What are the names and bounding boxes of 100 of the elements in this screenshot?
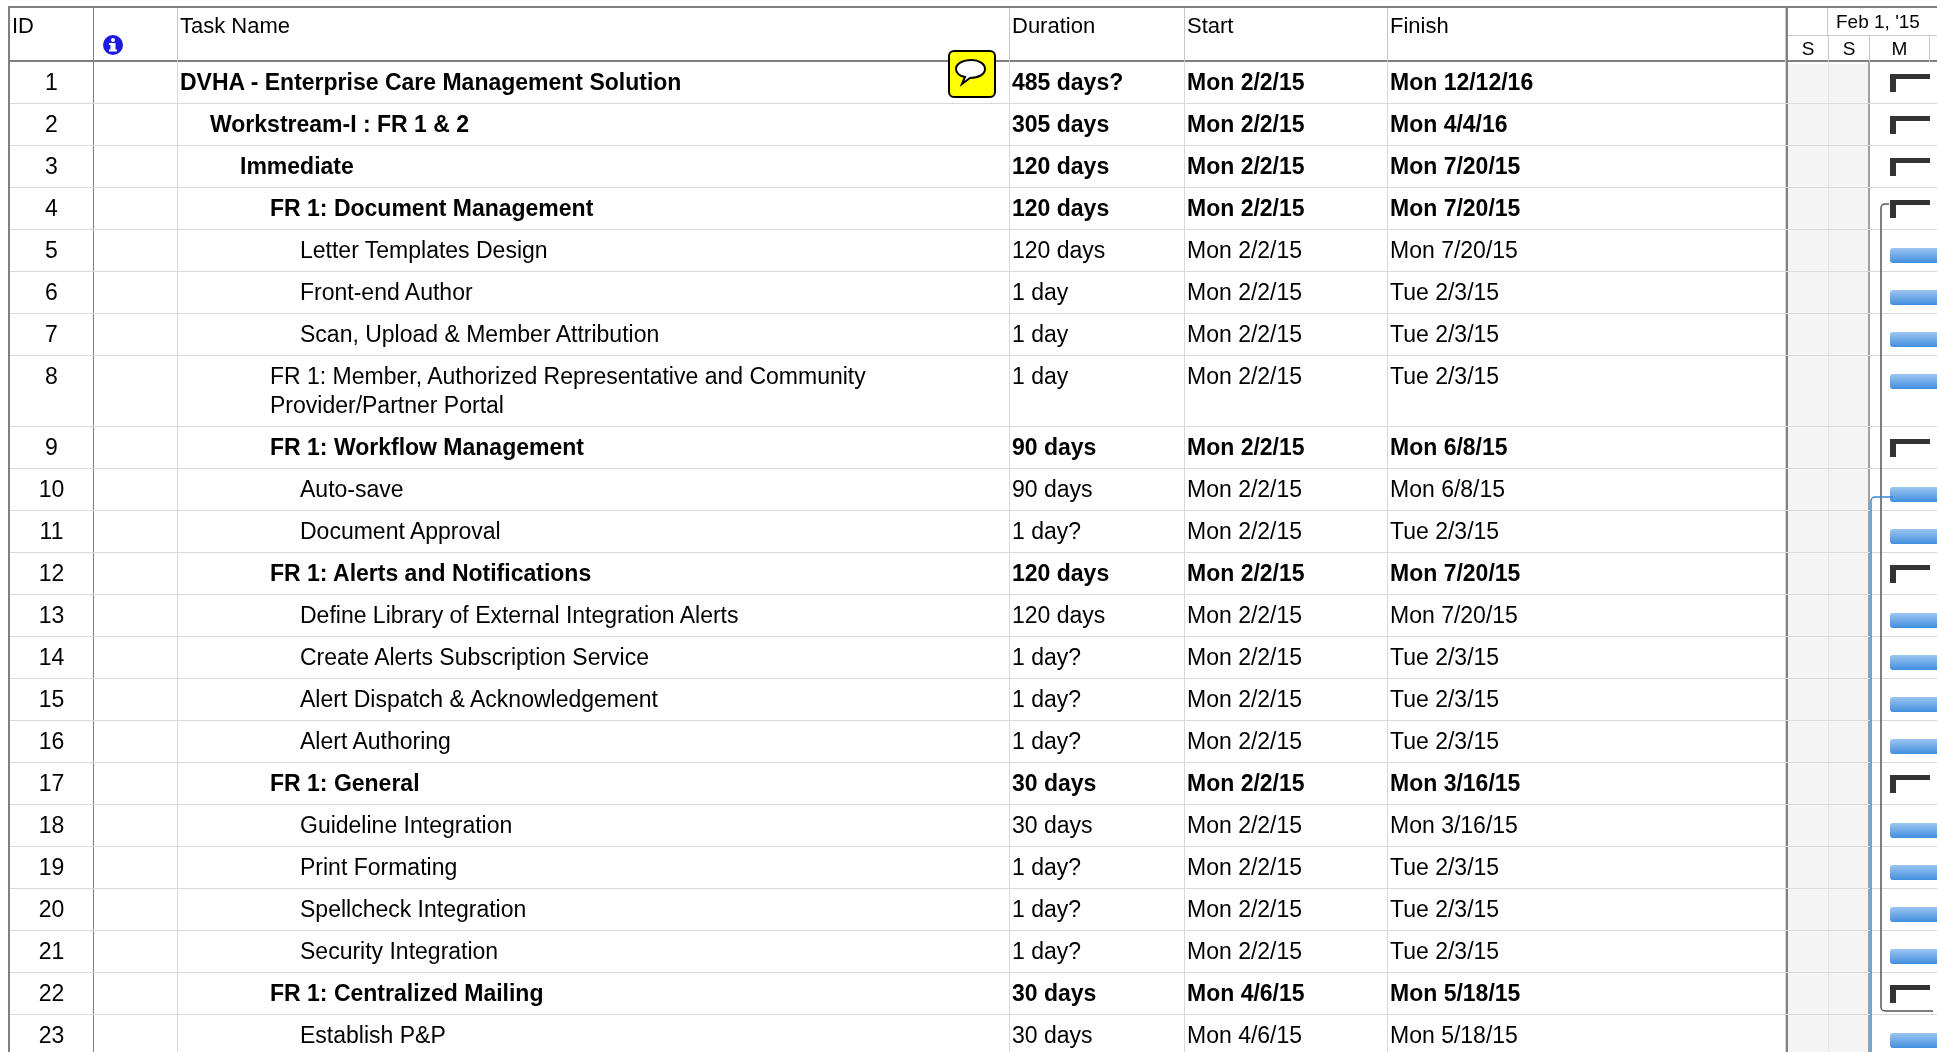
summary-bar[interactable] <box>1890 985 1930 1003</box>
date-value: Mon 2/2/15 <box>1187 69 1305 95</box>
row-number: 6 <box>45 279 58 305</box>
task-bar[interactable] <box>1890 529 1937 544</box>
task-bar[interactable] <box>1890 332 1937 347</box>
task-name[interactable]: Document Approval <box>300 517 501 546</box>
row-number: 7 <box>45 321 58 347</box>
summary-bar[interactable] <box>1890 200 1930 218</box>
column-header[interactable]: Start <box>1185 8 1388 62</box>
date-value: Mon 2/2/15 <box>1187 321 1303 347</box>
task-name[interactable]: Letter Templates Design <box>300 236 548 265</box>
date-value: Mon 2/2/15 <box>1187 279 1303 305</box>
date-value: Mon 7/20/15 <box>1390 560 1521 586</box>
task-name[interactable]: Auto-save <box>300 475 404 504</box>
date-value: Mon 2/2/15 <box>1187 153 1305 179</box>
summary-bar[interactable] <box>1890 116 1930 134</box>
duration-value: 485 days? <box>1012 69 1124 95</box>
task-name[interactable]: Alert Authoring <box>300 727 451 756</box>
date-value: Mon 6/8/15 <box>1390 476 1506 502</box>
row-number: 17 <box>38 770 65 796</box>
row-number: 22 <box>38 980 65 1006</box>
task-bar[interactable] <box>1890 697 1937 712</box>
row-number: 19 <box>38 854 65 880</box>
duration-value: 120 days <box>1012 153 1110 179</box>
task-name[interactable]: Print Formating <box>300 853 458 882</box>
task-name[interactable]: DVHA - Enterprise Care Management Solution <box>180 68 682 97</box>
summary-bar[interactable] <box>1890 565 1930 583</box>
duration-value: 1 day? <box>1012 686 1082 712</box>
task-name[interactable]: Establish P&P <box>300 1021 446 1050</box>
date-value: Mon 4/6/15 <box>1187 980 1305 1006</box>
row-number: 4 <box>45 195 58 221</box>
task-name[interactable]: Define Library of External Integration Alerts <box>300 601 739 630</box>
row-number: 16 <box>38 728 65 754</box>
date-value: Mon 12/12/16 <box>1390 69 1534 95</box>
duration-value: 1 day? <box>1012 938 1082 964</box>
date-value: Mon 4/4/16 <box>1390 111 1508 137</box>
date-value: Mon 4/6/15 <box>1187 1022 1303 1048</box>
duration-value: 1 day? <box>1012 518 1082 544</box>
duration-value: 305 days <box>1012 111 1110 137</box>
task-bar[interactable] <box>1890 248 1937 263</box>
date-value: Tue 2/3/15 <box>1390 938 1500 964</box>
summary-bar[interactable] <box>1890 439 1930 457</box>
summary-bar[interactable] <box>1890 74 1930 92</box>
task-name[interactable]: FR 1: Member, Authorized Representative and Community Provider/Partner Portal <box>270 362 989 420</box>
note-icon[interactable] <box>948 50 996 98</box>
column-header[interactable]: Finish <box>1388 8 1786 62</box>
task-bar[interactable] <box>1890 290 1937 305</box>
date-value: Mon 2/2/15 <box>1187 518 1303 544</box>
task-bar[interactable] <box>1890 1033 1937 1048</box>
date-value: Mon 5/18/15 <box>1390 1022 1518 1048</box>
duration-value: 120 days <box>1012 195 1110 221</box>
date-value: Tue 2/3/15 <box>1390 363 1500 389</box>
row-number: 15 <box>38 686 65 712</box>
task-name[interactable]: FR 1: General <box>270 769 420 798</box>
date-value: Tue 2/3/15 <box>1390 854 1500 880</box>
date-value: Mon 2/2/15 <box>1187 363 1303 389</box>
task-bar[interactable] <box>1890 374 1937 389</box>
task-name[interactable]: Guideline Integration <box>300 811 513 840</box>
date-value: Mon 2/2/15 <box>1187 770 1305 796</box>
date-value: Mon 7/20/15 <box>1390 602 1518 628</box>
task-name[interactable]: Immediate <box>240 152 354 181</box>
date-value: Mon 7/20/15 <box>1390 237 1518 263</box>
task-name[interactable]: FR 1: Alerts and Notifications <box>270 559 592 588</box>
duration-value: 30 days <box>1012 1022 1093 1048</box>
task-name[interactable]: Scan, Upload & Member Attribution <box>300 320 660 349</box>
column-header[interactable]: Duration <box>1010 8 1185 62</box>
task-name[interactable]: Workstream-I : FR 1 & 2 <box>210 110 470 139</box>
task-name[interactable]: Spellcheck Integration <box>300 895 527 924</box>
row-number: 2 <box>45 111 58 137</box>
row-number: 12 <box>38 560 65 586</box>
duration-value: 30 days <box>1012 980 1097 1006</box>
task-bar[interactable] <box>1890 487 1937 502</box>
date-value: Mon 5/18/15 <box>1390 980 1521 1006</box>
date-value: Mon 3/16/15 <box>1390 812 1518 838</box>
duration-value: 1 day <box>1012 363 1069 389</box>
task-bar[interactable] <box>1890 739 1937 754</box>
task-name[interactable]: FR 1: Workflow Management <box>270 433 584 462</box>
duration-value: 120 days <box>1012 237 1106 263</box>
row-number: 13 <box>38 602 65 628</box>
duration-value: 90 days <box>1012 434 1097 460</box>
task-bar[interactable] <box>1890 655 1937 670</box>
task-bar[interactable] <box>1890 949 1937 964</box>
duration-value: 90 days <box>1012 476 1093 502</box>
date-value: Mon 7/20/15 <box>1390 153 1521 179</box>
task-name[interactable]: FR 1: Document Management <box>270 194 594 223</box>
task-name[interactable]: Front-end Author <box>300 278 473 307</box>
task-bar[interactable] <box>1890 907 1937 922</box>
task-bar[interactable] <box>1890 865 1937 880</box>
task-bar[interactable] <box>1890 823 1937 838</box>
task-name[interactable]: Security Integration <box>300 937 499 966</box>
task-name[interactable]: Alert Dispatch & Acknowledgement <box>300 685 658 714</box>
row-number: 20 <box>38 896 65 922</box>
info-icon <box>102 34 124 56</box>
task-name[interactable]: Create Alerts Subscription Service <box>300 643 649 672</box>
summary-bar[interactable] <box>1890 775 1930 793</box>
summary-bar[interactable] <box>1890 158 1930 176</box>
row-number: 3 <box>45 153 58 179</box>
date-value: Mon 2/2/15 <box>1187 237 1303 263</box>
task-bar[interactable] <box>1890 613 1937 628</box>
task-name[interactable]: FR 1: Centralized Mailing <box>270 979 544 1008</box>
